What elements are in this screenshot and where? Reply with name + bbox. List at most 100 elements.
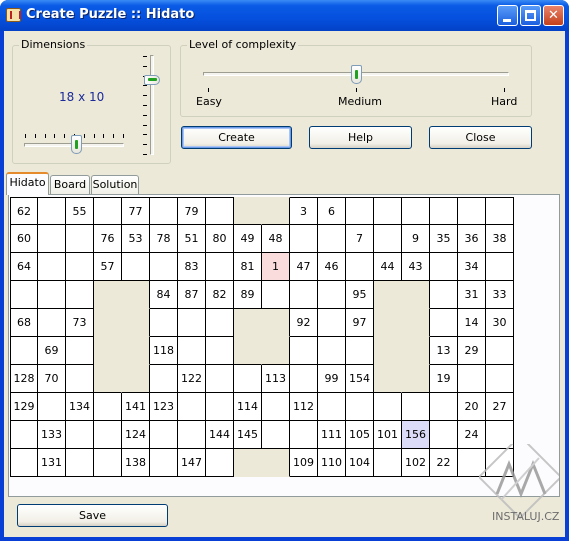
grid-cell-empty[interactable] (150, 421, 178, 449)
grid-cell-given[interactable]: 92 (290, 309, 318, 337)
grid-cell-empty[interactable] (318, 281, 346, 309)
grid-cell-given[interactable]: 64 (10, 253, 38, 281)
grid-cell-empty[interactable] (486, 337, 514, 365)
grid-cell-empty[interactable] (374, 225, 402, 253)
grid-cell-empty[interactable] (38, 197, 66, 225)
grid-cell-given[interactable]: 97 (346, 309, 374, 337)
grid-cell-empty[interactable] (290, 225, 318, 253)
grid-cell-given[interactable]: 134 (66, 393, 94, 421)
grid-cell-empty[interactable] (150, 449, 178, 477)
help-button[interactable]: Help (309, 126, 412, 149)
grid-cell-given[interactable]: 101 (374, 421, 402, 449)
create-button[interactable]: Create (181, 126, 292, 149)
grid-cell-empty[interactable] (290, 281, 318, 309)
grid-cell-empty[interactable] (150, 365, 178, 393)
grid-cell-given[interactable]: 154 (346, 365, 374, 393)
grid-cell-given[interactable]: 44 (374, 253, 402, 281)
grid-cell-empty[interactable] (262, 421, 290, 449)
title-bar[interactable]: Create Puzzle :: Hidato ✕ (0, 0, 569, 31)
grid-cell-empty[interactable] (178, 421, 206, 449)
close-window-button[interactable]: ✕ (543, 5, 564, 26)
grid-cell-given[interactable]: 34 (458, 253, 486, 281)
grid-cell-empty[interactable] (318, 309, 346, 337)
grid-cell-given[interactable]: 35 (430, 225, 458, 253)
grid-cell-empty[interactable] (346, 197, 374, 225)
grid-cell-empty[interactable] (94, 449, 122, 477)
grid-cell-given[interactable]: 147 (178, 449, 206, 477)
grid-cell-empty[interactable] (486, 253, 514, 281)
grid-cell-empty[interactable] (430, 253, 458, 281)
grid-cell-empty[interactable] (38, 225, 66, 253)
grid-cell-empty[interactable] (430, 421, 458, 449)
grid-cell-given[interactable]: 13 (430, 337, 458, 365)
grid-cell-given[interactable]: 38 (486, 225, 514, 253)
puzzle-grid[interactable]: 62 55 77 79 3 6 60 76 53 78 51 80 49 48 7 9 35 36 38 64 57 83… (10, 197, 514, 477)
grid-cell-empty[interactable] (178, 337, 206, 365)
grid-cell-given[interactable]: 156 (402, 421, 430, 449)
grid-cell-given[interactable]: 110 (318, 449, 346, 477)
close-button[interactable]: Close (429, 126, 532, 149)
grid-cell-empty[interactable] (290, 365, 318, 393)
grid-cell-given[interactable]: 43 (402, 253, 430, 281)
grid-cell-empty[interactable] (150, 197, 178, 225)
grid-cell-empty[interactable] (38, 281, 66, 309)
grid-cell-given[interactable]: 102 (402, 449, 430, 477)
grid-cell-given[interactable]: 9 (402, 225, 430, 253)
grid-cell-given[interactable]: 47 (290, 253, 318, 281)
grid-cell-empty[interactable] (346, 393, 374, 421)
grid-cell-given[interactable]: 95 (346, 281, 374, 309)
grid-cell-given[interactable]: 99 (318, 365, 346, 393)
grid-cell-empty[interactable] (374, 197, 402, 225)
grid-cell-empty[interactable] (66, 281, 94, 309)
grid-cell-empty[interactable] (458, 365, 486, 393)
grid-cell-empty[interactable] (66, 421, 94, 449)
grid-cell-given[interactable]: 109 (290, 449, 318, 477)
grid-cell-empty[interactable] (430, 309, 458, 337)
grid-cell-given[interactable]: 105 (346, 421, 374, 449)
grid-cell-given[interactable]: 33 (486, 281, 514, 309)
grid-cell-given[interactable]: 129 (10, 393, 38, 421)
grid-cell-given[interactable]: 51 (178, 225, 206, 253)
tab-solution[interactable]: Solution (91, 175, 139, 194)
grid-cell-empty[interactable] (374, 449, 402, 477)
grid-cell-empty[interactable] (66, 225, 94, 253)
grid-cell-given[interactable]: 82 (206, 281, 234, 309)
grid-cell-empty[interactable] (402, 393, 430, 421)
height-slider-track[interactable] (150, 55, 154, 155)
grid-cell-empty[interactable] (430, 281, 458, 309)
grid-cell-empty[interactable] (318, 337, 346, 365)
grid-cell-given[interactable]: 62 (10, 197, 38, 225)
save-button[interactable]: Save (17, 504, 168, 527)
grid-cell-given[interactable]: 141 (122, 393, 150, 421)
grid-cell-empty[interactable] (38, 309, 66, 337)
grid-cell-given[interactable]: 69 (38, 337, 66, 365)
grid-cell-given[interactable]: 27 (486, 393, 514, 421)
grid-cell-empty[interactable] (150, 253, 178, 281)
grid-cell-empty[interactable] (94, 197, 122, 225)
grid-cell-given[interactable]: 112 (290, 393, 318, 421)
grid-cell-empty[interactable] (402, 197, 430, 225)
grid-cell-given[interactable]: 60 (10, 225, 38, 253)
grid-cell-given[interactable]: 30 (486, 309, 514, 337)
grid-cell-empty[interactable] (430, 393, 458, 421)
grid-cell-empty[interactable] (122, 253, 150, 281)
grid-cell-given[interactable]: 79 (178, 197, 206, 225)
grid-cell-given[interactable]: 87 (178, 281, 206, 309)
grid-cell-empty[interactable] (38, 253, 66, 281)
height-slider-thumb[interactable] (144, 75, 160, 85)
grid-cell-empty[interactable] (178, 309, 206, 337)
grid-cell-given[interactable]: 20 (458, 393, 486, 421)
grid-cell-empty[interactable] (10, 449, 38, 477)
grid-cell-given[interactable]: 111 (318, 421, 346, 449)
grid-cell-empty[interactable] (318, 225, 346, 253)
grid-cell-given[interactable]: 124 (122, 421, 150, 449)
grid-cell-given[interactable]: 131 (38, 449, 66, 477)
grid-cell-given[interactable]: 49 (234, 225, 262, 253)
grid-cell-given[interactable]: 36 (458, 225, 486, 253)
grid-cell-given[interactable]: 77 (122, 197, 150, 225)
grid-cell-given[interactable]: 145 (234, 421, 262, 449)
grid-cell-given[interactable]: 78 (150, 225, 178, 253)
minimize-button[interactable] (497, 5, 518, 26)
grid-cell-empty[interactable] (318, 393, 346, 421)
grid-cell-empty[interactable] (486, 365, 514, 393)
